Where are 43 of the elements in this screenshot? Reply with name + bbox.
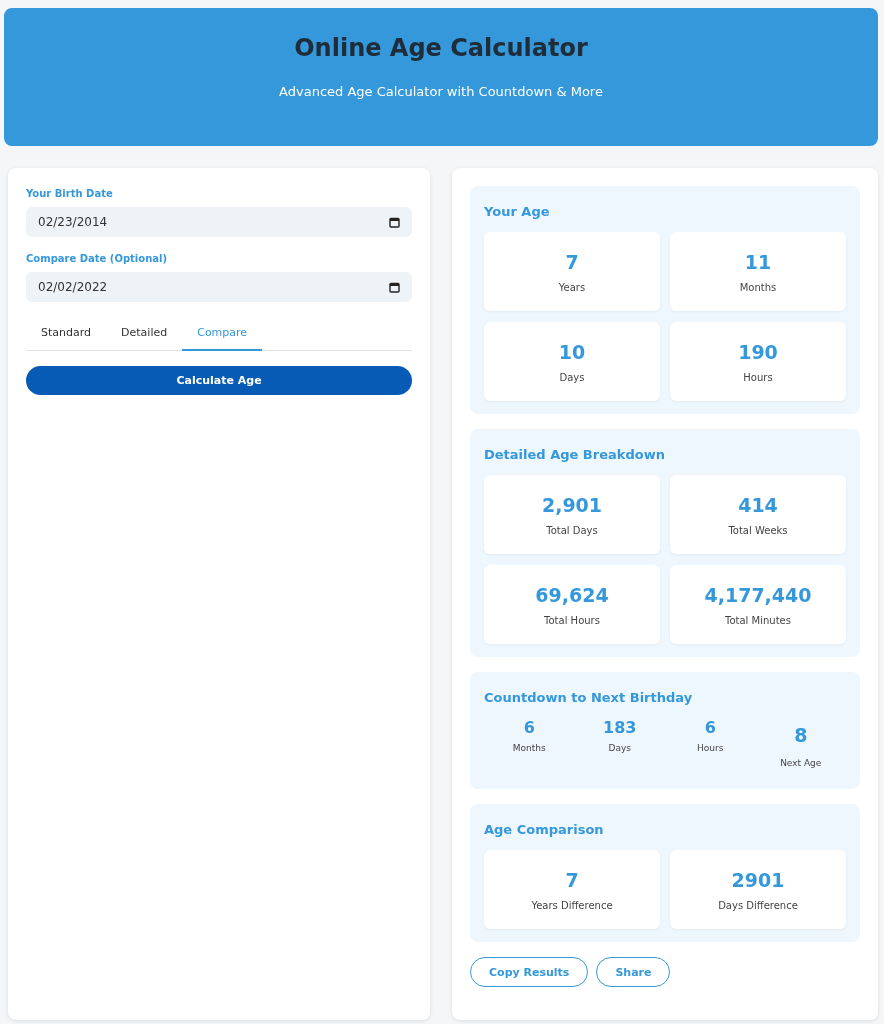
stat-value: 7 bbox=[565, 251, 579, 273]
calculate-button[interactable]: Calculate Age bbox=[26, 366, 412, 395]
stat-value: 11 bbox=[744, 251, 772, 273]
date-field[interactable]: 02/02/2022 bbox=[26, 272, 412, 302]
tab[interactable]: Detailed bbox=[106, 318, 183, 351]
calendar-icon[interactable] bbox=[389, 281, 400, 293]
countdown-label: Days bbox=[608, 743, 631, 753]
stat-value: 10 bbox=[558, 341, 586, 363]
stat-label: Days Difference bbox=[718, 900, 798, 911]
section-title: Your Age bbox=[484, 204, 551, 219]
countdown-label: Months bbox=[512, 743, 546, 753]
page-title: Online Age Calculator bbox=[294, 34, 588, 62]
section-title: Age Comparison bbox=[484, 822, 605, 837]
section-title: Countdown to Next Birthday bbox=[484, 690, 694, 705]
calendar-icon[interactable] bbox=[389, 216, 400, 228]
stat-label: Total Weeks bbox=[728, 525, 788, 536]
date-field[interactable]: 02/23/2014 bbox=[26, 207, 412, 237]
countdown-label: Hours bbox=[697, 743, 724, 753]
stat-label: Years Difference bbox=[531, 900, 613, 911]
stat-label: Total Days bbox=[546, 525, 598, 536]
countdown-value: 183 bbox=[603, 718, 637, 737]
stat-value: 2,901 bbox=[541, 494, 603, 516]
page-subtitle: Advanced Age Calculator with Countdown & More bbox=[279, 84, 603, 99]
countdown-label: Next Age bbox=[780, 758, 822, 768]
stat-label: Hours bbox=[743, 372, 773, 383]
field-label: Compare Date (Optional) bbox=[26, 253, 168, 264]
stat-label: Total Hours bbox=[544, 615, 600, 626]
stat-value: 7 bbox=[565, 869, 579, 891]
stat-value: 4,177,440 bbox=[704, 584, 812, 606]
tab[interactable]: Standard bbox=[26, 318, 107, 351]
field-label: Your Birth Date bbox=[26, 188, 114, 199]
countdown-value: 6 bbox=[704, 718, 716, 737]
stat-value: 190 bbox=[738, 341, 778, 363]
stat-value: 414 bbox=[738, 494, 778, 516]
stat-value: 2901 bbox=[731, 869, 785, 891]
stat-value: 69,624 bbox=[535, 584, 609, 606]
countdown-value: 8 bbox=[794, 724, 808, 746]
section-title: Detailed Age Breakdown bbox=[484, 447, 666, 462]
stat-label: Days bbox=[559, 372, 585, 383]
stat-label: Total Minutes bbox=[725, 615, 791, 626]
stat-label: Years bbox=[558, 282, 586, 293]
stat-label: Months bbox=[739, 282, 777, 293]
countdown-value: 6 bbox=[523, 718, 535, 737]
